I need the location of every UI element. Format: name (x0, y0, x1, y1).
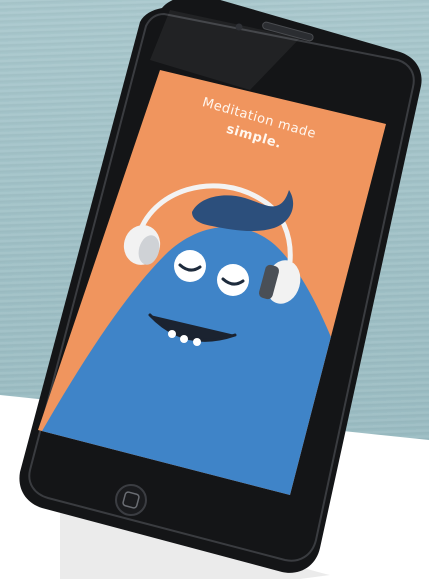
camera-icon (235, 23, 243, 31)
phone-scene-svg (0, 0, 429, 579)
photo-scene: Meditation made simple. (0, 0, 429, 579)
home-button-icon[interactable] (115, 484, 147, 516)
